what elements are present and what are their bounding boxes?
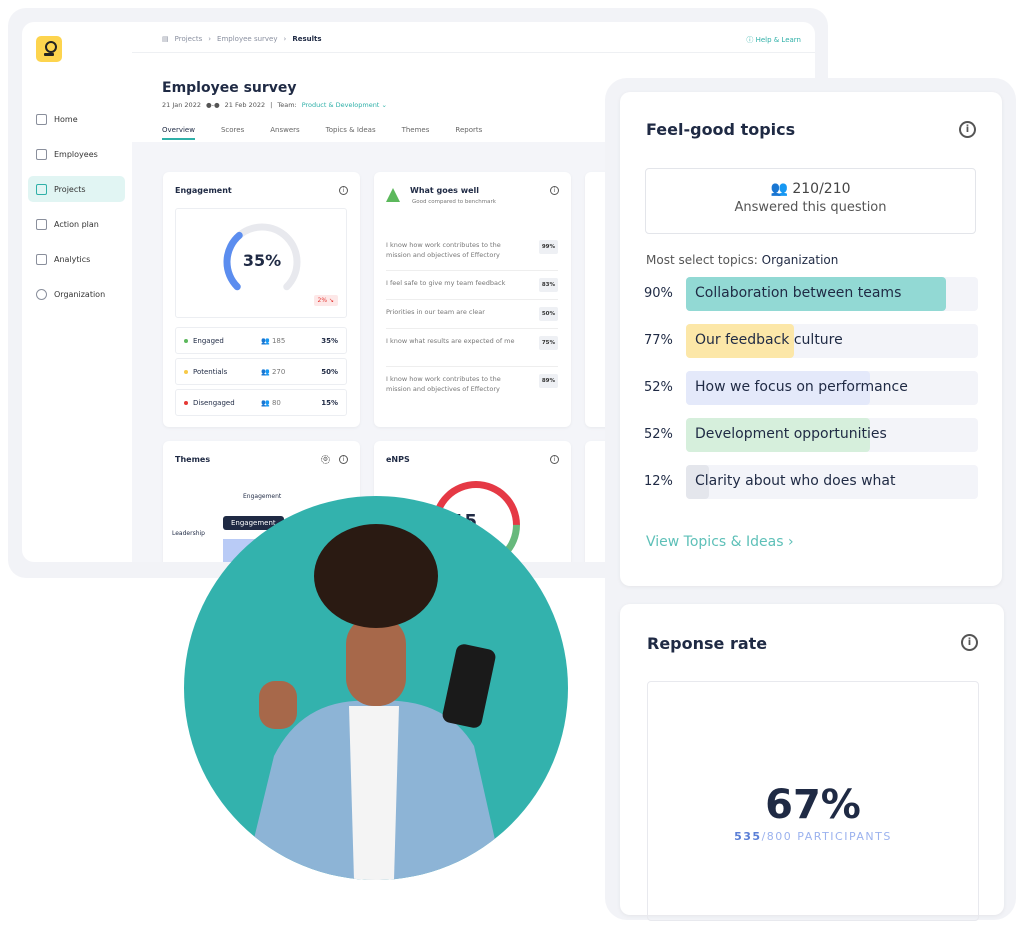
info-icon[interactable]: i <box>550 186 559 195</box>
page-title: Employee survey <box>162 80 297 96</box>
what-goes-well-card: What goes well Good compared to benchmar… <box>374 172 571 427</box>
topic-row[interactable]: 77% Our feedback culture <box>644 324 978 358</box>
engagement-card: Engagement i 35% 2% ↘ Engaged 👥 185 35% Po… <box>163 172 360 427</box>
topic-bar: Clarity about who does what <box>686 465 978 499</box>
list-item: Priorities in our team are clear 50% <box>386 307 558 329</box>
answered-box: 👥 210/210 Answered this question <box>645 168 976 234</box>
help-link[interactable]: ⓘ Help & Learn <box>746 35 801 45</box>
people-icon: 👥 <box>770 181 788 197</box>
tab-overview[interactable]: Overview <box>162 126 195 140</box>
help-icon: ⓘ <box>746 36 756 44</box>
breadcrumb-survey[interactable]: Employee survey <box>217 35 277 43</box>
sidebar-item-analytics[interactable]: Analytics <box>28 246 125 272</box>
survey-dates: 21 Jan 2022 ●-● 21 Feb 2022 | Team: Product … <box>162 101 387 109</box>
chevron-right-icon: › <box>283 35 287 43</box>
status-dot <box>184 400 188 405</box>
tab-scores[interactable]: Scores <box>221 126 244 140</box>
tab-reports[interactable]: Reports <box>455 126 482 140</box>
info-icon[interactable]: i <box>550 455 559 464</box>
card-title: Reponse rate <box>647 634 768 653</box>
logo[interactable] <box>36 36 62 62</box>
change-badge: 2% ↘ <box>313 295 338 306</box>
info-icon[interactable]: i <box>961 634 978 651</box>
tab-answers[interactable]: Answers <box>270 126 299 140</box>
topic-row[interactable]: 12% Clarity about who does what <box>644 465 978 499</box>
topic-label: Our feedback culture <box>695 332 843 348</box>
topic-bar: Our feedback culture <box>686 324 978 358</box>
home-icon <box>36 113 47 125</box>
info-icon[interactable]: i <box>339 186 348 195</box>
breadcrumb-projects[interactable]: Projects <box>175 35 203 43</box>
breadcrumb: ▤ Projects › Employee survey › Results <box>162 35 322 43</box>
employee-photo <box>184 496 568 880</box>
person-illustration <box>244 524 504 880</box>
response-rate-card: Reponse rate i 67% 535/800 PARTICIPANTS <box>620 604 1004 921</box>
team-select[interactable]: Product & Development ⌄ <box>302 101 387 109</box>
sidebar-item-home[interactable]: Home <box>28 106 125 132</box>
list-item: I feel safe to give my team feedback 83% <box>386 278 558 300</box>
topic-percent: 12% <box>644 474 673 489</box>
topic-row[interactable]: 52% How we focus on performance <box>644 371 978 405</box>
topic-row[interactable]: 52% Development opportunities <box>644 418 978 452</box>
engaged-row: Engaged 👥 185 35% <box>175 327 347 354</box>
tabs: Overview Scores Answers Topics & Ideas T… <box>162 126 482 140</box>
list-item: I know how work contributes to the missi… <box>386 374 558 405</box>
topic-label: Collaboration between teams <box>695 285 902 301</box>
sidebar: Home Employees Projects Action plan Anal… <box>22 22 132 562</box>
response-value: 67% <box>765 782 861 828</box>
sidebar-item-organization[interactable]: Organization <box>28 281 125 307</box>
disengaged-row: Disengaged 👥 80 15% <box>175 389 347 416</box>
checklist-icon <box>36 218 47 230</box>
list-item: I know what results are expected of me 75… <box>386 336 558 367</box>
topic-label: How we focus on performance <box>695 379 908 395</box>
chevron-down-icon: ⌄ <box>381 101 387 109</box>
card-title: Feel-good topics <box>646 120 796 139</box>
topic-label: Development opportunities <box>695 426 887 442</box>
sidebar-item-projects[interactable]: Projects <box>28 176 125 202</box>
feel-good-topics-card: Feel-good topics i 👥 210/210 Answered th… <box>620 92 1002 586</box>
engagement-value: 35% <box>242 251 282 270</box>
breadcrumb-current: Results <box>292 35 322 43</box>
tab-topics-ideas[interactable]: Topics & Ideas <box>326 126 376 140</box>
tab-themes[interactable]: Themes <box>402 126 430 140</box>
party-icon <box>386 188 400 202</box>
topic-percent: 52% <box>644 380 673 395</box>
info-icon[interactable]: i <box>339 455 348 464</box>
chevron-right-icon: › <box>787 534 794 550</box>
people-icon: 👥 <box>261 367 270 376</box>
chevron-right-icon: › <box>208 35 212 43</box>
projects-icon <box>36 183 47 195</box>
employees-icon <box>36 148 47 160</box>
folder-icon: ▤ <box>162 35 169 43</box>
participants: 535/800 PARTICIPANTS <box>734 830 892 843</box>
people-icon: 👥 <box>261 398 270 407</box>
status-dot <box>184 369 188 374</box>
trend-down-icon: ↘ <box>328 297 334 304</box>
topic-row[interactable]: 90% Collaboration between teams <box>644 277 978 311</box>
engagement-gauge: 35% 2% ↘ <box>175 208 347 318</box>
view-topics-link[interactable]: View Topics & Ideas › <box>646 534 794 550</box>
gear-icon[interactable]: ⚙ <box>321 455 330 464</box>
topic-percent: 90% <box>644 286 673 301</box>
sidebar-item-employees[interactable]: Employees <box>28 141 125 167</box>
status-dot <box>184 338 188 343</box>
divider <box>132 52 815 53</box>
info-icon[interactable]: i <box>959 121 976 138</box>
sidebar-item-action-plan[interactable]: Action plan <box>28 211 125 237</box>
organization-icon <box>36 288 47 300</box>
list-item: I know how work contributes to the missi… <box>386 240 558 271</box>
topic-bar: How we focus on performance <box>686 371 978 405</box>
topic-percent: 52% <box>644 427 673 442</box>
response-box: 67% 535/800 PARTICIPANTS <box>647 681 979 921</box>
potentials-row: Potentials 👥 270 50% <box>175 358 347 385</box>
topic-bar: Development opportunities <box>686 418 978 452</box>
people-icon: 👥 <box>261 336 270 345</box>
topic-percent: 77% <box>644 333 673 348</box>
analytics-icon <box>36 253 47 265</box>
topic-label: Clarity about who does what <box>695 473 896 489</box>
topic-bar: Collaboration between teams <box>686 277 978 311</box>
